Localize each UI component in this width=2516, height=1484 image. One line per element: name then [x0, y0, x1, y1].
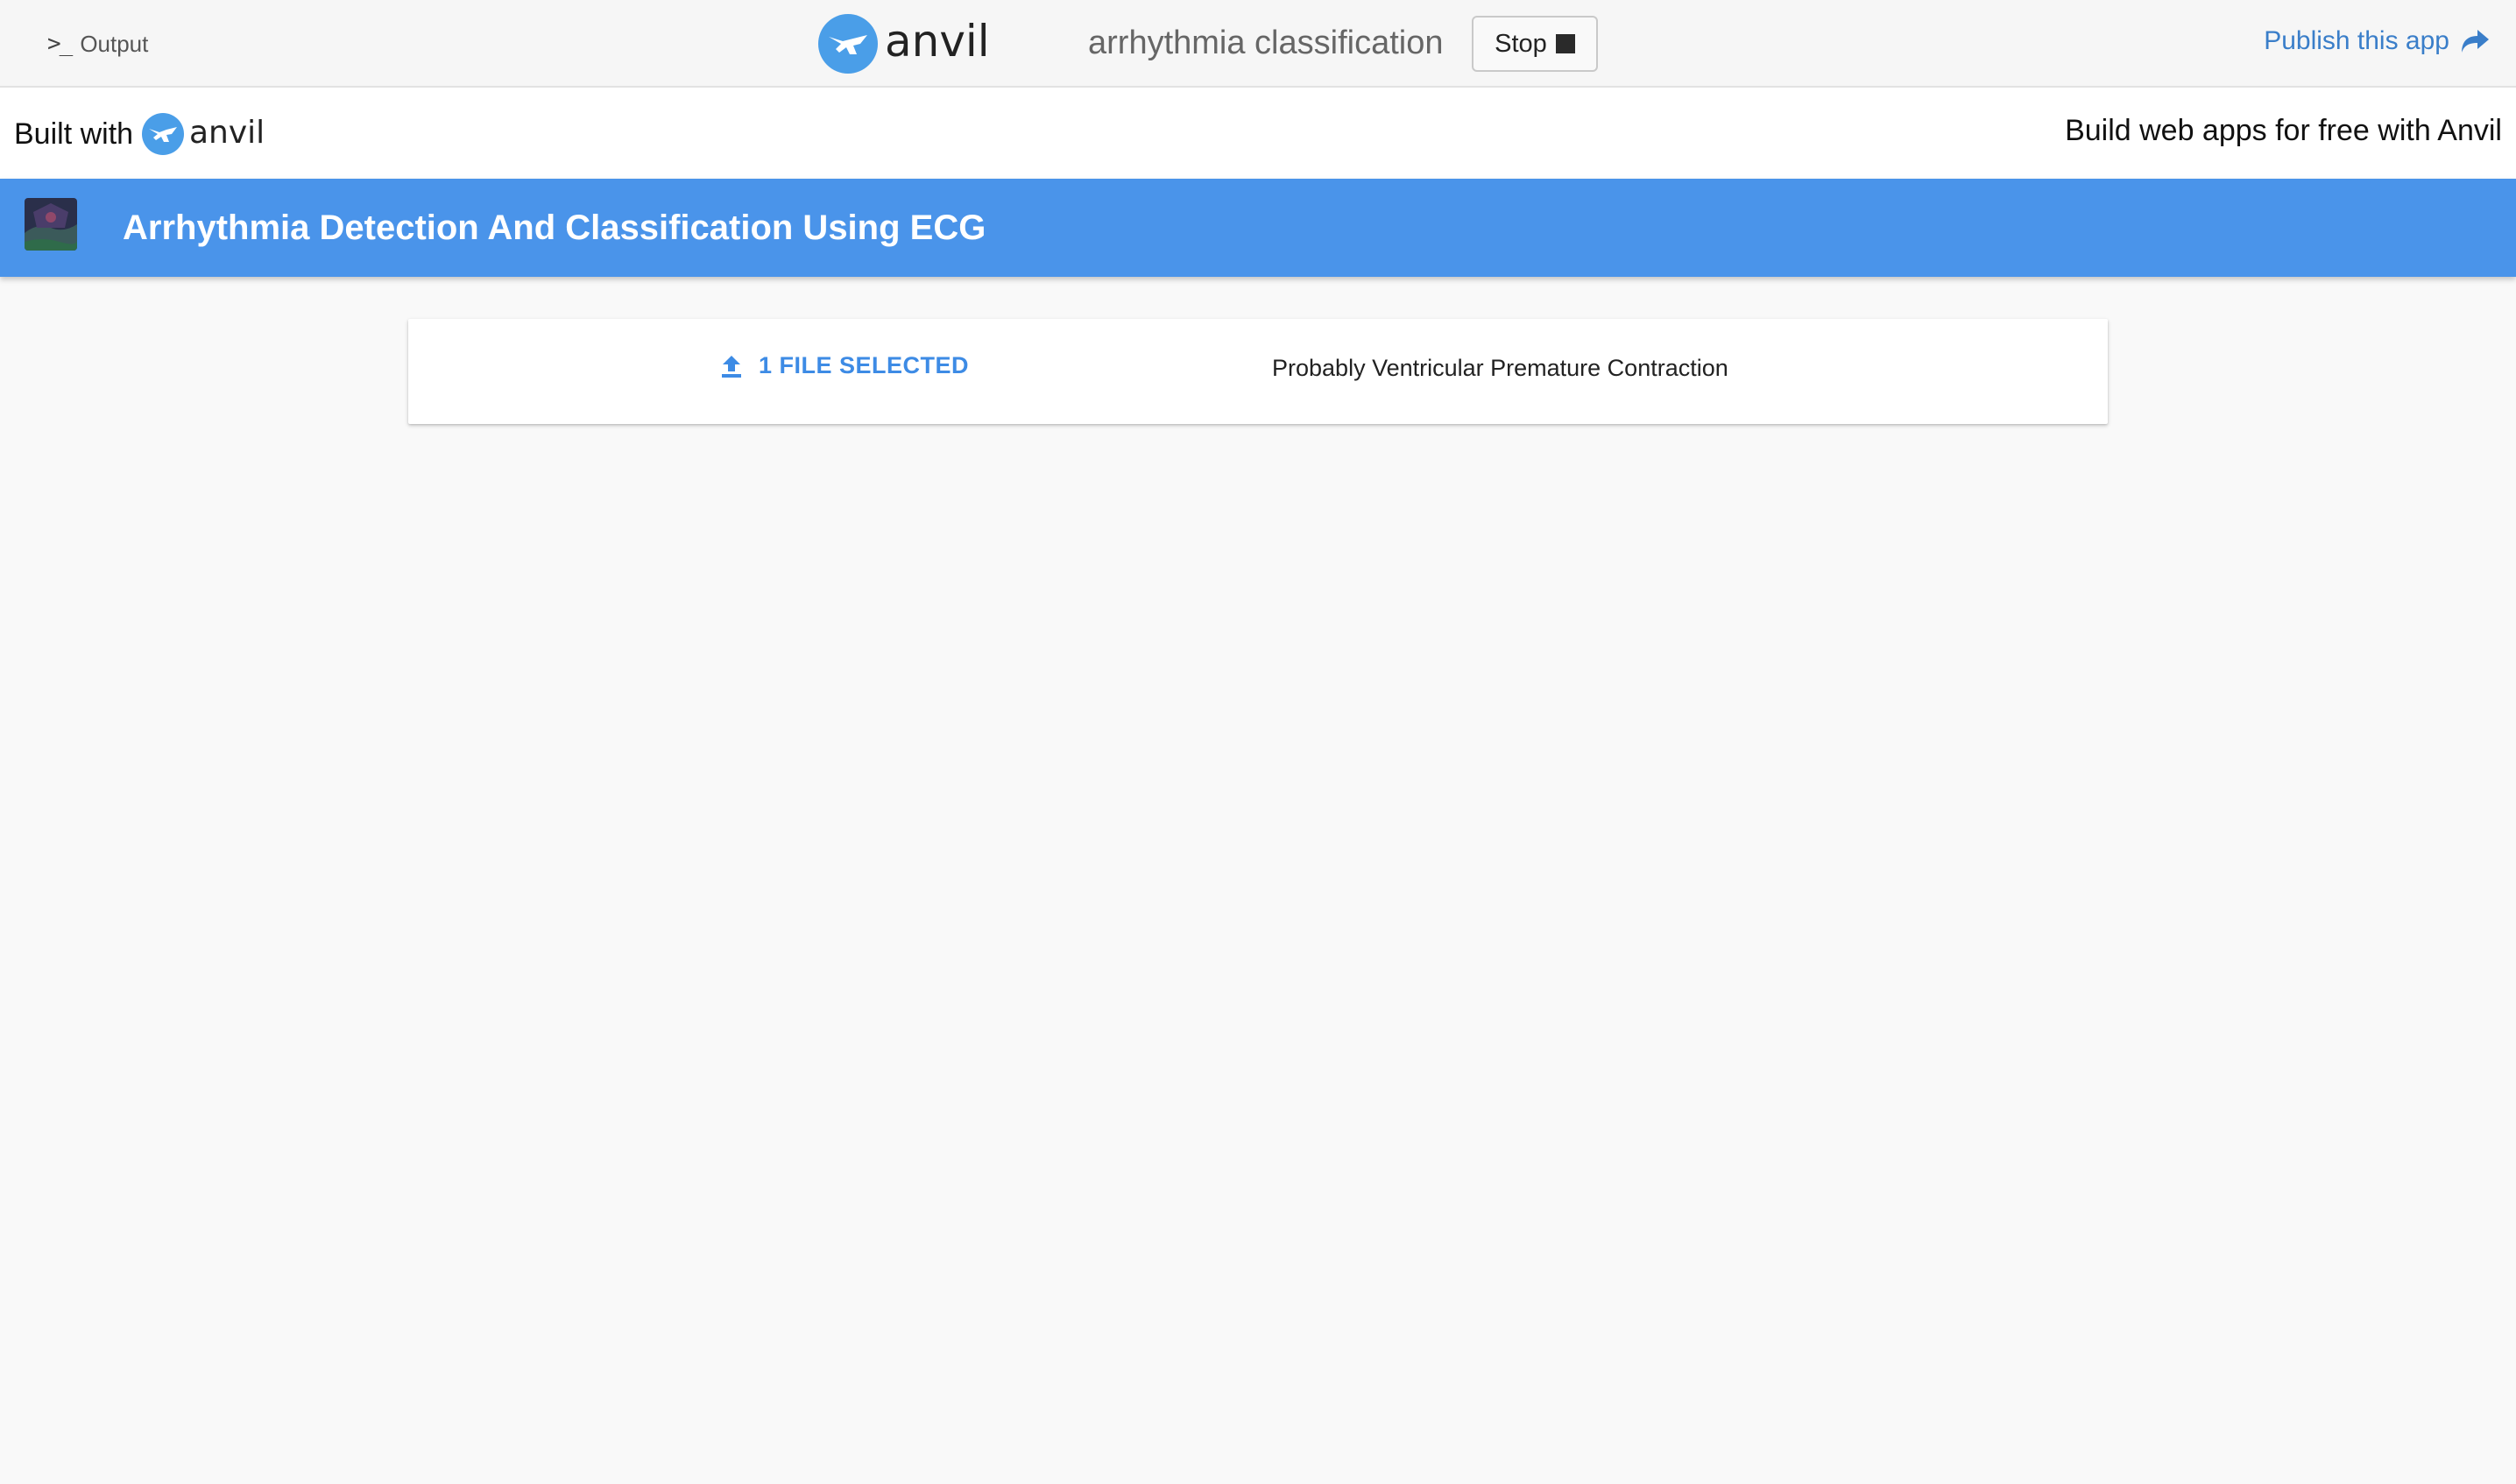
output-button[interactable]: >_ Output — [47, 26, 148, 61]
upload-icon — [722, 355, 741, 378]
publish-app-link[interactable]: Publish this app — [2264, 26, 2490, 56]
output-label: Output — [80, 30, 149, 57]
built-with[interactable]: Built with anvil — [14, 110, 294, 158]
stop-button[interactable]: Stop — [1472, 16, 1598, 72]
anvil-logo[interactable]: anvil — [816, 12, 1035, 75]
upload-card: 1 FILE SELECTED Probably Ventricular Pre… — [408, 319, 2108, 424]
built-with-banner: Built with anvil Build web apps for free… — [0, 88, 2516, 179]
classification-result: Probably Ventricular Premature Contracti… — [1272, 355, 1728, 381]
anvil-wordmark-small: anvil — [189, 115, 265, 151]
stop-icon — [1555, 34, 1575, 53]
anvil-wordmark: anvil — [885, 16, 990, 67]
stop-label: Stop — [1495, 29, 1547, 58]
publish-label: Publish this app — [2264, 26, 2449, 55]
built-with-label: Built with — [14, 117, 134, 151]
app-logo-image — [25, 198, 77, 251]
share-arrow-icon — [2462, 30, 2489, 53]
build-free-link[interactable]: Build web apps for free with Anvil — [2065, 114, 2502, 148]
app-header: Arrhythmia Detection And Classification … — [0, 179, 2516, 277]
upload-label: 1 FILE SELECTED — [759, 352, 970, 378]
anvil-logo-small: anvil — [142, 113, 265, 155]
app-name: arrhythmia classification — [1088, 25, 1444, 61]
page-title: Arrhythmia Detection And Classification … — [123, 208, 986, 247]
terminal-icon: >_ — [47, 31, 73, 57]
file-upload-button[interactable]: 1 FILE SELECTED — [718, 352, 969, 379]
ide-toolbar: >_ Output anvil arrhythmia classificatio… — [0, 0, 2516, 88]
